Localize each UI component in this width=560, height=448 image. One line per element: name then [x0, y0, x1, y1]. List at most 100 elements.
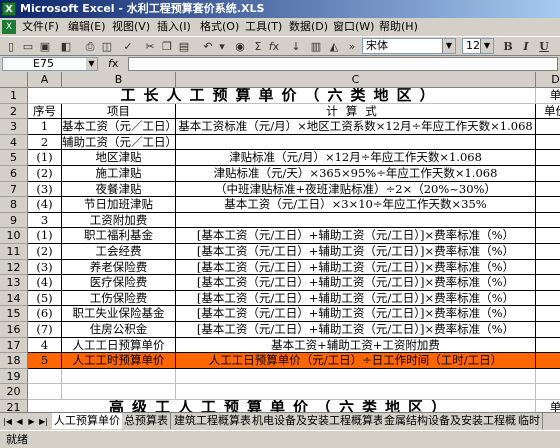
- name-box[interactable]: E75 ▼: [2, 57, 98, 71]
- formula-cell[interactable]: 津贴标准（元/月）×12月÷年应工作天数×1.068: [176, 150, 536, 166]
- row-header[interactable]: 12: [0, 259, 28, 276]
- font-select[interactable]: 宋体 ▼: [362, 38, 456, 54]
- row-header[interactable]: 16: [0, 322, 28, 338]
- formula-cell[interactable]: [基本工资（元/工日）+辅助工资（元/工日）]×费率标准（%）: [176, 228, 536, 244]
- seq-cell[interactable]: 4: [28, 337, 62, 354]
- formula-input[interactable]: [128, 57, 558, 71]
- formula-cell[interactable]: [176, 134, 536, 151]
- formula-cell[interactable]: [基本工资（元/工日）+辅助工资（元/工日）]×费率标准（%）: [176, 275, 536, 291]
- document-icon[interactable]: X: [2, 20, 16, 34]
- price-cell[interactable]: [536, 213, 560, 229]
- seq-cell[interactable]: 2: [28, 134, 62, 151]
- formula-cell[interactable]: 人工工日预算单价（元/工日）÷日工作时间（工时/工日）: [176, 353, 536, 369]
- header-price[interactable]: 单价: [536, 104, 560, 120]
- column-header-c[interactable]: C: [176, 72, 536, 88]
- price-cell[interactable]: [536, 338, 560, 354]
- item-cell[interactable]: 地区津贴: [62, 150, 176, 166]
- seq-cell[interactable]: (1): [28, 150, 62, 166]
- print-icon[interactable]: ⎙: [82, 39, 98, 54]
- select-all-corner[interactable]: [0, 72, 28, 88]
- autosum-icon[interactable]: Σ: [250, 39, 266, 54]
- empty-cell[interactable]: [62, 368, 176, 385]
- price-cell[interactable]: [536, 291, 560, 307]
- spreadsheet-grid[interactable]: A B C D 1 2 3 4 5 6 7 8 9 10 11 12 13 14 15 16 17 18 19 20 2…: [0, 72, 560, 412]
- row-header[interactable]: 20: [0, 384, 28, 400]
- formula-cell[interactable]: 基本工资+辅助工资+工资附加费: [176, 337, 536, 354]
- row-header[interactable]: 6: [0, 166, 28, 182]
- sheet-tab-electromechanical[interactable]: 机电设备及安装工程概算表: [250, 413, 387, 429]
- formula-cell[interactable]: [基本工资（元/工日）+辅助工资（元/工日）]×费率标准（%）: [176, 322, 536, 338]
- sheet-tab-summary[interactable]: 总预算表: [122, 413, 171, 429]
- header-formula[interactable]: 计算式: [176, 103, 536, 120]
- empty-cell[interactable]: [176, 368, 536, 385]
- undo-dropdown-icon[interactable]: ▾: [214, 39, 230, 54]
- item-cell[interactable]: 基本工资（元／工日）: [62, 119, 176, 135]
- row-header[interactable]: 13: [0, 275, 28, 291]
- price-cell[interactable]: [536, 244, 560, 260]
- spelling-icon[interactable]: ✓: [120, 39, 136, 54]
- row-header[interactable]: 2: [0, 103, 28, 120]
- price-cell[interactable]: [536, 182, 560, 198]
- empty-cell[interactable]: [176, 384, 536, 400]
- open-icon[interactable]: ▭: [20, 39, 36, 54]
- copy-icon[interactable]: ❐: [159, 39, 175, 54]
- price-cell[interactable]: [536, 306, 560, 322]
- row-header[interactable]: 5: [0, 150, 28, 166]
- seq-cell[interactable]: (3): [28, 259, 62, 276]
- font-size-select[interactable]: 12 ▼: [462, 38, 494, 54]
- seq-cell[interactable]: (4): [28, 197, 62, 213]
- row-header[interactable]: 7: [0, 181, 28, 198]
- row-header[interactable]: 21: [0, 400, 28, 412]
- row-header[interactable]: 15: [0, 306, 28, 322]
- seq-cell[interactable]: (7): [28, 322, 62, 338]
- item-cell[interactable]: 施工津贴: [62, 166, 176, 182]
- item-cell[interactable]: 辅助工资（元／工日）: [62, 134, 176, 151]
- row-header[interactable]: 14: [0, 290, 28, 307]
- row-header[interactable]: 9: [0, 212, 28, 229]
- seq-cell[interactable]: (1): [28, 228, 62, 244]
- prev-sheet-icon[interactable]: ◀: [14, 415, 25, 428]
- menu-tools[interactable]: 工具(T): [243, 18, 284, 36]
- formula-cell[interactable]: [基本工资（元/工日）+辅助工资（元/工日）]×费率标准（%）: [176, 244, 536, 260]
- menu-data[interactable]: 数据(D): [287, 18, 330, 36]
- price-cell[interactable]: [536, 322, 560, 338]
- sheet-title-2[interactable]: 高级工人工预算单价（六类地区）: [28, 400, 536, 412]
- item-cell[interactable]: 工资附加费: [62, 212, 176, 229]
- row-header[interactable]: 10: [0, 228, 28, 244]
- header-seq[interactable]: 序号: [28, 103, 62, 120]
- item-cell[interactable]: 职工失业保险基金: [62, 306, 176, 322]
- menu-file[interactable]: 文件(F): [20, 18, 61, 36]
- row-header[interactable]: 8: [0, 197, 28, 213]
- function-icon[interactable]: fx: [266, 39, 282, 54]
- price-cell[interactable]: [536, 353, 560, 369]
- empty-cell[interactable]: [28, 384, 62, 400]
- row-header[interactable]: 17: [0, 337, 28, 354]
- formula-cell[interactable]: [基本工资（元/工日）+辅助工资（元/工日）]×费率标准（%）: [176, 259, 536, 276]
- sheet-tab-building[interactable]: 建筑工程概算表: [172, 413, 254, 429]
- underline-button[interactable]: U: [536, 39, 552, 54]
- sort-ascending-icon[interactable]: ↓: [288, 39, 304, 54]
- cut-icon[interactable]: ✂: [142, 39, 158, 54]
- new-icon[interactable]: ▯: [3, 39, 19, 54]
- row-header[interactable]: 11: [0, 244, 28, 260]
- column-header-a[interactable]: A: [28, 72, 62, 88]
- menu-insert[interactable]: 插入(I): [155, 18, 193, 36]
- item-cell[interactable]: 医疗保险费: [62, 275, 176, 291]
- price-cell[interactable]: [536, 260, 560, 276]
- item-cell[interactable]: 养老保险费: [62, 259, 176, 276]
- price-cell[interactable]: [536, 135, 560, 151]
- formula-cell[interactable]: [基本工资（元/工日）+辅助工资（元/工日）]×费率标准（%）: [176, 306, 536, 322]
- formula-cell[interactable]: [176, 212, 536, 229]
- item-cell[interactable]: 人工工日预算单价: [62, 337, 176, 354]
- row-header[interactable]: 3: [0, 119, 28, 135]
- sheet-tab-temporary[interactable]: 临时: [516, 413, 543, 429]
- item-cell[interactable]: 夜餐津贴: [62, 181, 176, 198]
- seq-cell[interactable]: (4): [28, 275, 62, 291]
- item-cell[interactable]: 人工工时预算单价: [62, 353, 176, 369]
- seq-cell[interactable]: (6): [28, 306, 62, 322]
- sheet-tab-labor[interactable]: 人工预算单价: [52, 413, 123, 429]
- menu-edit[interactable]: 编辑(E): [66, 18, 108, 36]
- empty-cell[interactable]: [536, 369, 560, 385]
- seq-cell[interactable]: (5): [28, 290, 62, 307]
- formula-cell[interactable]: （中班津贴标准+夜班津贴标准）÷2×（20%~30%）: [176, 181, 536, 198]
